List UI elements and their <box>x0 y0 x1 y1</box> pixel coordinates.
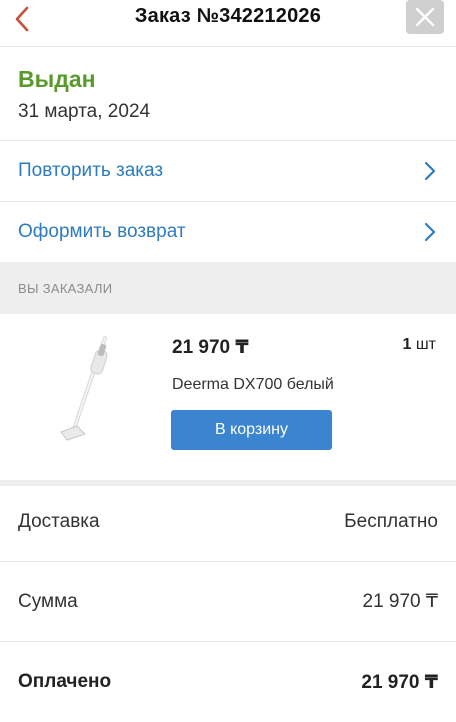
delivery-value: Бесплатно <box>344 510 438 532</box>
sum-label: Сумма <box>18 590 78 612</box>
product-image[interactable] <box>55 334 115 444</box>
return-order-label: Оформить возврат <box>18 220 186 242</box>
delivery-label: Доставка <box>18 510 100 532</box>
repeat-order-row[interactable]: Повторить заказ <box>0 140 456 200</box>
paid-label: Оплачено <box>18 671 112 692</box>
chevron-right-icon <box>424 222 436 241</box>
order-status-block: Выдан 31 марта, 2024 <box>18 66 150 123</box>
product-price: 21 970 ₸ <box>172 337 249 358</box>
page-title: Заказ №342212026 <box>134 5 322 27</box>
close-icon <box>415 7 435 27</box>
order-date: 31 марта, 2024 <box>18 101 151 122</box>
return-order-row[interactable]: Оформить возврат <box>0 201 456 261</box>
sum-value: 21 970 ₸ <box>362 591 438 612</box>
product-quantity: 1 шт <box>402 336 436 354</box>
close-button[interactable] <box>406 0 444 34</box>
quantity-unit: шт <box>415 336 436 353</box>
paid-value: 21 970 ₸ <box>361 671 438 693</box>
repeat-order-label: Повторить заказ <box>18 159 164 181</box>
header: Заказ №342212026 <box>0 0 456 47</box>
add-to-cart-button[interactable]: В корзину <box>171 410 332 450</box>
order-status: Выдан <box>18 66 96 92</box>
product-name[interactable]: Deerma DX700 белый <box>172 376 334 394</box>
delivery-row: Доставка Бесплатно <box>0 482 456 562</box>
quantity-number: 1 <box>402 336 412 353</box>
ordered-section-header: ВЫ ЗАКАЗАЛИ <box>0 262 456 314</box>
chevron-right-icon <box>424 161 436 180</box>
product-item: 21 970 ₸ 1 шт Deerma DX700 белый В корзи… <box>0 314 456 486</box>
sum-row: Сумма 21 970 ₸ <box>0 562 456 642</box>
paid-row: Оплачено 21 970 ₸ <box>0 642 456 722</box>
